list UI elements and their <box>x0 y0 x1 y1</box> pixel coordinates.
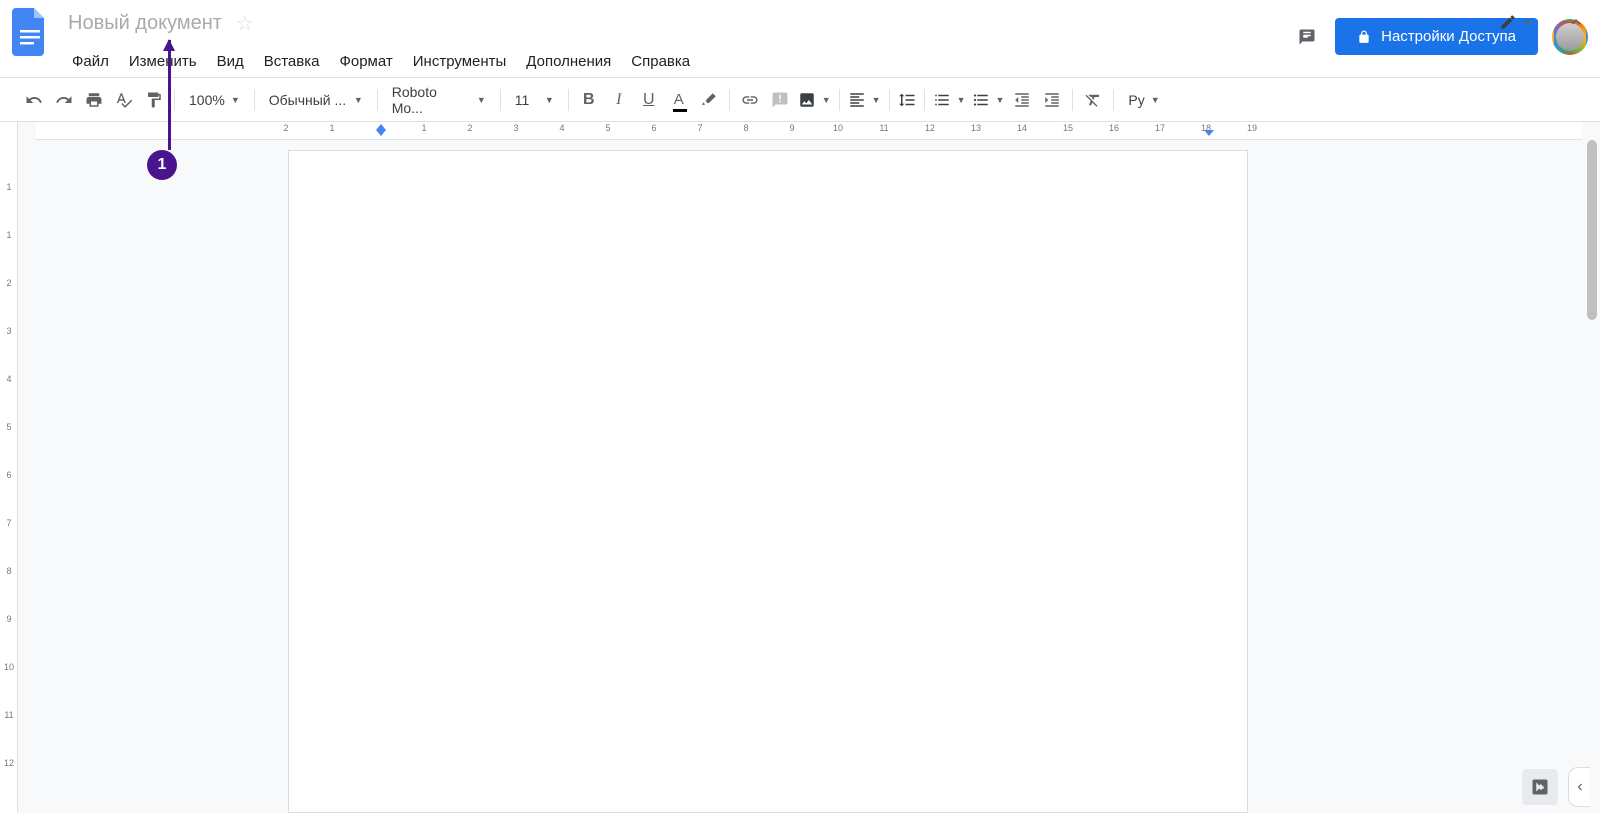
font-value: Roboto Mo... <box>392 84 471 116</box>
menu-help[interactable]: Справка <box>621 47 700 76</box>
highlight-button[interactable] <box>695 86 723 114</box>
font-size-select[interactable]: 11 ▼ <box>507 86 562 114</box>
menu-view[interactable]: Вид <box>207 47 254 76</box>
undo-button[interactable] <box>20 86 48 114</box>
insert-comment-button[interactable] <box>766 86 794 114</box>
document-title[interactable]: Новый документ <box>62 10 228 37</box>
annotation-badge: 1 <box>147 150 177 180</box>
bold-button[interactable]: B <box>575 86 603 114</box>
input-tool-label: Ру <box>1128 92 1144 108</box>
text-color-button[interactable]: A <box>665 86 693 114</box>
font-select[interactable]: Roboto Mo... ▼ <box>384 86 494 114</box>
chevron-down-icon: ▼ <box>1151 95 1160 105</box>
clear-formatting-button[interactable] <box>1079 86 1107 114</box>
print-button[interactable] <box>80 86 108 114</box>
chevron-down-icon: ▼ <box>545 95 554 105</box>
chevron-down-icon: ▼ <box>231 95 240 105</box>
chevron-down-icon: ▼ <box>872 95 881 105</box>
separator <box>568 89 569 111</box>
document-page[interactable] <box>288 150 1248 813</box>
menu-bar: Файл Изменить Вид Вставка Формат Инструм… <box>62 47 1293 76</box>
menu-file[interactable]: Файл <box>62 47 119 76</box>
chevron-down-icon: ▼ <box>822 95 831 105</box>
menu-insert[interactable]: Вставка <box>254 47 330 76</box>
chevron-down-icon: ▼ <box>1523 17 1532 27</box>
separator <box>889 89 890 111</box>
menu-tools[interactable]: Инструменты <box>403 47 517 76</box>
editing-mode-button[interactable]: ▼ <box>1491 8 1540 36</box>
insert-image-button[interactable]: ▼ <box>796 86 833 114</box>
separator <box>839 89 840 111</box>
separator <box>924 89 925 111</box>
separator <box>1113 89 1114 111</box>
zoom-value: 100% <box>189 92 225 108</box>
align-button[interactable]: ▼ <box>846 86 883 114</box>
explore-button[interactable] <box>1522 769 1558 805</box>
menu-addons[interactable]: Дополнения <box>516 47 621 76</box>
paragraph-style-select[interactable]: Обычный ... ▼ <box>261 86 371 114</box>
comments-icon[interactable] <box>1293 23 1321 51</box>
underline-button[interactable]: U <box>635 86 663 114</box>
chevron-down-icon: ▼ <box>477 95 486 105</box>
annotation-arrow <box>168 40 171 150</box>
separator <box>174 89 175 111</box>
separator <box>500 89 501 111</box>
increase-indent-button[interactable] <box>1038 86 1066 114</box>
input-tools-button[interactable]: Ру ▼ <box>1120 86 1167 114</box>
redo-button[interactable] <box>50 86 78 114</box>
separator <box>377 89 378 111</box>
font-size-value: 11 <box>515 92 530 108</box>
separator <box>1072 89 1073 111</box>
italic-button[interactable]: I <box>605 86 633 114</box>
chevron-down-icon: ▼ <box>996 95 1005 105</box>
separator <box>729 89 730 111</box>
zoom-select[interactable]: 100% ▼ <box>181 86 248 114</box>
collapse-toolbar-button[interactable] <box>1562 8 1590 36</box>
toolbar: 100% ▼ Обычный ... ▼ Roboto Mo... ▼ 11 ▼ B I… <box>0 78 1600 122</box>
decrease-indent-button[interactable] <box>1008 86 1036 114</box>
docs-logo[interactable] <box>12 8 52 62</box>
vertical-scrollbar[interactable] <box>1586 140 1598 773</box>
chevron-down-icon: ▼ <box>957 95 966 105</box>
chevron-down-icon: ▼ <box>354 95 363 105</box>
bulleted-list-button[interactable]: ▼ <box>970 86 1007 114</box>
style-value: Обычный ... <box>269 92 346 108</box>
star-icon[interactable]: ☆ <box>236 11 254 36</box>
insert-link-button[interactable] <box>736 86 764 114</box>
paint-format-button[interactable] <box>140 86 168 114</box>
line-spacing-button[interactable] <box>896 86 918 114</box>
spellcheck-button[interactable] <box>110 86 138 114</box>
menu-edit[interactable]: Изменить <box>119 47 207 76</box>
checklist-button[interactable]: ▼ <box>931 86 968 114</box>
menu-format[interactable]: Формат <box>329 47 402 76</box>
separator <box>254 89 255 111</box>
side-panel-toggle[interactable] <box>1568 767 1590 807</box>
vertical-ruler: 1 1 2 3 4 5 6 7 8 9 10 11 12 <box>0 122 18 813</box>
horizontal-ruler[interactable]: 2 1 1 2 3 4 5 6 7 8 9 10 11 12 13 14 15 … <box>36 122 1582 140</box>
